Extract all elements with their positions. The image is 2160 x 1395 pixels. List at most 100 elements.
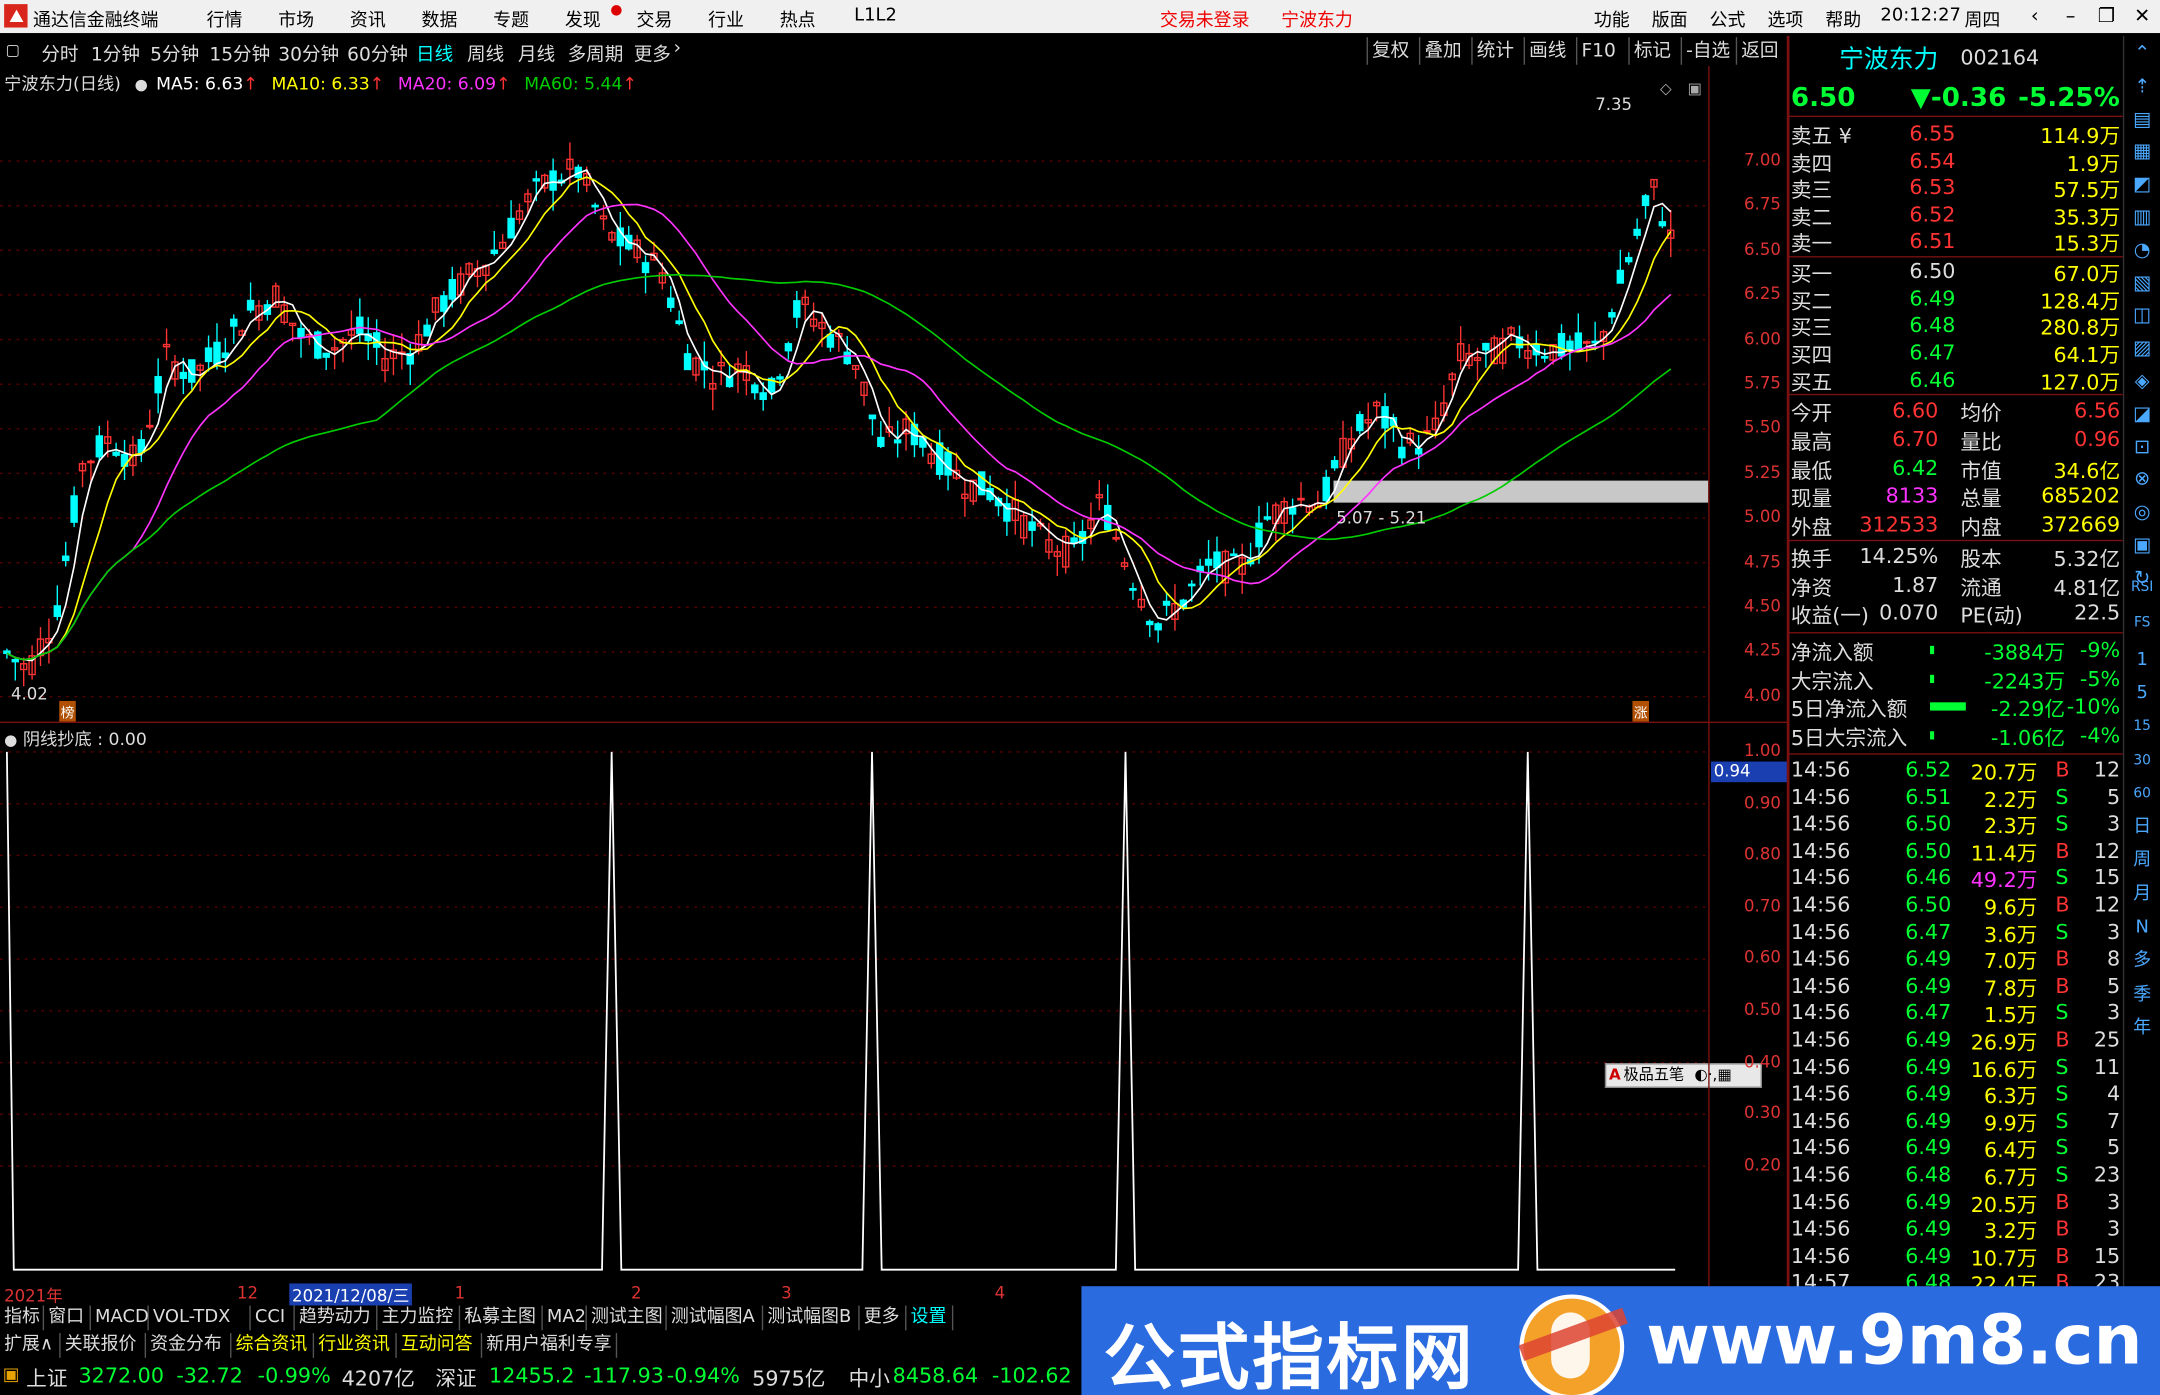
menu-market[interactable]: 市场 bbox=[278, 6, 314, 32]
indicator-tab-10[interactable]: 测试幅图A bbox=[667, 1305, 764, 1331]
indicator-tab-8[interactable]: MA2 bbox=[543, 1305, 587, 1331]
sidebar-tool-icon[interactable]: ▣ bbox=[2130, 533, 2155, 558]
period-daily[interactable]: 日线 bbox=[416, 39, 453, 66]
sidebar-tool-icon[interactable]: ◎ bbox=[2130, 500, 2155, 525]
period-intraday[interactable]: 分时 bbox=[41, 39, 78, 66]
menu-topics[interactable]: 专题 bbox=[493, 6, 529, 32]
sidebar-period-0[interactable]: RSI bbox=[2127, 576, 2157, 601]
sidebar-period-7[interactable]: 日 bbox=[2127, 815, 2157, 840]
overlay-button[interactable]: 叠加 bbox=[1418, 37, 1466, 65]
indicator-tab-12[interactable]: 更多 bbox=[860, 1305, 907, 1331]
ext-tab-1[interactable]: 关联报价 bbox=[61, 1333, 147, 1358]
period-30min[interactable]: 30分钟 bbox=[278, 39, 339, 66]
period-5min[interactable]: 5分钟 bbox=[150, 39, 199, 66]
minimize-icon[interactable]: – bbox=[2055, 3, 2085, 31]
ime-toolbar[interactable]: A 极品五笔 ◐·,▦ bbox=[1604, 1063, 1762, 1088]
sidebar-period-4[interactable]: 15 bbox=[2127, 715, 2157, 740]
menu-l1l2[interactable]: L1L2 bbox=[854, 6, 897, 27]
indicator-tab-9[interactable]: 测试主图 bbox=[587, 1305, 667, 1331]
indicator-tab-13[interactable]: 设置 bbox=[906, 1305, 954, 1331]
indicator-tab-6[interactable]: 主力监控 bbox=[377, 1305, 461, 1331]
ext-tab-4[interactable]: 行业资讯 bbox=[314, 1333, 397, 1358]
indicator-tab-0[interactable]: 指标 bbox=[0, 1305, 45, 1331]
indicator-tab-11[interactable]: 测试幅图B bbox=[763, 1305, 860, 1331]
period-more[interactable]: 更多 bbox=[634, 39, 671, 66]
sidebar-tool-icon[interactable]: ◩ bbox=[2130, 172, 2155, 197]
period-weekly[interactable]: 周线 bbox=[467, 39, 504, 66]
sidebar-period-12[interactable]: 季 bbox=[2127, 983, 2157, 1008]
ext-tab-6[interactable]: 新用户福利专享 bbox=[482, 1333, 618, 1358]
indicator-tab-5[interactable]: 趋势动力 bbox=[295, 1305, 378, 1331]
zhang-badge[interactable]: 涨 bbox=[1632, 700, 1649, 722]
indicator-tab-3[interactable]: VOL-TDX bbox=[149, 1305, 251, 1331]
ime-moon-icon[interactable]: ◐ bbox=[1694, 1066, 1707, 1084]
back-icon[interactable]: ‹ bbox=[2020, 3, 2050, 31]
period-monthly[interactable]: 月线 bbox=[518, 39, 555, 66]
f10-button[interactable]: F10 bbox=[1575, 37, 1620, 65]
restore-icon[interactable]: ❐ bbox=[2091, 3, 2121, 31]
indicator-tab-1[interactable]: 窗口 bbox=[44, 1305, 91, 1331]
index-zx-name[interactable]: 中小 bbox=[849, 1363, 890, 1392]
period-multi[interactable]: 多周期 bbox=[568, 39, 624, 66]
sidebar-period-2[interactable]: 1 bbox=[2127, 648, 2157, 673]
sidebar-tool-icon[interactable]: ◪ bbox=[2130, 402, 2155, 427]
ext-tab-0[interactable]: 扩展∧ bbox=[0, 1333, 61, 1358]
menu-industry[interactable]: 行业 bbox=[708, 6, 744, 32]
index-sh-name[interactable]: 上证 bbox=[26, 1363, 67, 1392]
ext-tab-5[interactable]: 互动问答 bbox=[397, 1333, 483, 1358]
bang-badge[interactable]: 榜 bbox=[59, 700, 76, 722]
menu-discover[interactable]: 发现 bbox=[565, 6, 601, 32]
menu-formula[interactable]: 公式 bbox=[1710, 6, 1746, 32]
menu-quotes[interactable]: 行情 bbox=[207, 6, 243, 32]
chart-menu-icon[interactable]: ▢ bbox=[6, 41, 20, 59]
index-sz-name[interactable]: 深证 bbox=[435, 1363, 476, 1392]
mark-button[interactable]: 标记 bbox=[1628, 37, 1675, 65]
menu-news[interactable]: 资讯 bbox=[350, 6, 386, 32]
indicator-tab-4[interactable]: CCI bbox=[251, 1305, 295, 1331]
menu-data[interactable]: 数据 bbox=[422, 6, 458, 32]
watchlist-button[interactable]: -自选 bbox=[1680, 37, 1735, 65]
sidebar-period-6[interactable]: 60 bbox=[2127, 782, 2157, 807]
candlestick-chart[interactable]: ◇ ▣ bbox=[0, 66, 1788, 721]
adjust-button[interactable]: 复权 bbox=[1366, 37, 1414, 65]
sidebar-tool-icon[interactable]: ◈ bbox=[2130, 369, 2155, 394]
ime-keyboard-icon[interactable]: ▦ bbox=[1717, 1066, 1731, 1084]
sidebar-period-11[interactable]: 多 bbox=[2127, 949, 2157, 974]
sidebar-tool-icon[interactable]: ▥ bbox=[2130, 205, 2155, 230]
sidebar-tool-icon[interactable]: ◫ bbox=[2130, 303, 2155, 328]
login-status[interactable]: 交易未登录 bbox=[1160, 6, 1250, 32]
menu-trade[interactable]: 交易 bbox=[636, 6, 672, 32]
sidebar-period-5[interactable]: 30 bbox=[2127, 748, 2157, 773]
menu-function[interactable]: 功能 bbox=[1594, 6, 1630, 32]
sidebar-period-3[interactable]: 5 bbox=[2127, 682, 2157, 707]
period-15min[interactable]: 15分钟 bbox=[209, 39, 270, 66]
sidebar-tool-icon[interactable]: ▤ bbox=[2130, 107, 2155, 132]
indicator-tab-2[interactable]: MACD bbox=[91, 1305, 149, 1331]
panel-toggle-icon[interactable]: ▣ bbox=[1688, 80, 1702, 98]
sidebar-tool-icon[interactable]: ▨ bbox=[2130, 336, 2155, 361]
menu-options[interactable]: 选项 bbox=[1767, 6, 1803, 32]
sidebar-tool-icon[interactable]: ⊡ bbox=[2130, 435, 2155, 460]
indicator-tab-7[interactable]: 私募主图 bbox=[460, 1305, 543, 1331]
menu-hot[interactable]: 热点 bbox=[780, 6, 816, 32]
sidebar-tool-icon[interactable]: ⌃ bbox=[2130, 41, 2155, 66]
sidebar-period-10[interactable]: N bbox=[2127, 916, 2157, 941]
sidebar-period-13[interactable]: 年 bbox=[2127, 1016, 2157, 1041]
sidebar-period-9[interactable]: 月 bbox=[2127, 882, 2157, 907]
draw-button[interactable]: 画线 bbox=[1523, 37, 1571, 65]
ext-tab-3[interactable]: 综合资讯 bbox=[231, 1333, 315, 1358]
diamond-icon[interactable]: ◇ bbox=[1660, 80, 1672, 98]
sidebar-period-1[interactable]: FS bbox=[2127, 611, 2157, 636]
sidebar-tool-icon[interactable]: ▧ bbox=[2130, 271, 2155, 296]
sidebar-tool-icon[interactable]: ⇡ bbox=[2130, 74, 2155, 99]
stats-button[interactable]: 统计 bbox=[1471, 37, 1518, 65]
menu-help[interactable]: 帮助 bbox=[1825, 6, 1861, 32]
period-60min[interactable]: 60分钟 bbox=[347, 39, 408, 66]
indicator-chart[interactable] bbox=[0, 723, 1788, 1281]
sidebar-period-8[interactable]: 周 bbox=[2127, 849, 2157, 874]
menu-layout[interactable]: 版面 bbox=[1652, 6, 1688, 32]
period-1min[interactable]: 1分钟 bbox=[91, 39, 140, 66]
sidebar-tool-icon[interactable]: ◔ bbox=[2130, 238, 2155, 263]
return-button[interactable]: 返回 bbox=[1735, 37, 1783, 65]
ext-tab-2[interactable]: 资金分布 bbox=[146, 1333, 232, 1358]
